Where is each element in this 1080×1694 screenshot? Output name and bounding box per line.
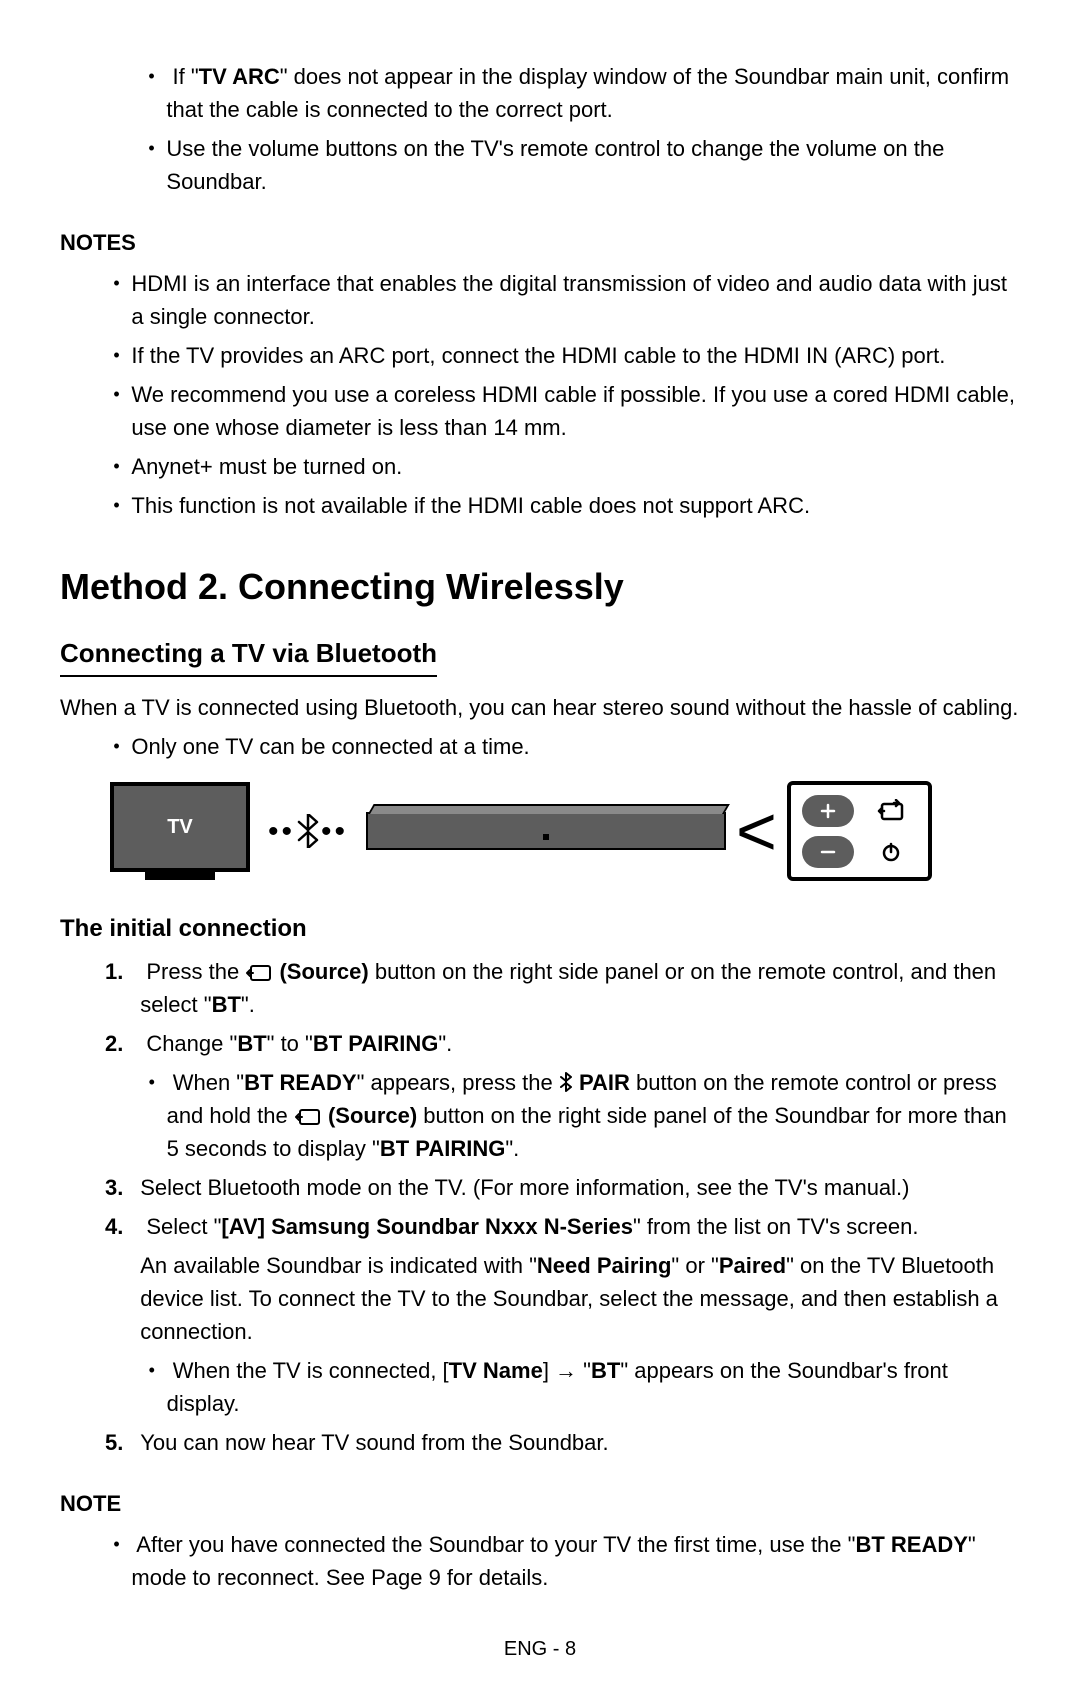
power-button — [865, 836, 917, 868]
soundbar-body — [366, 812, 726, 850]
subsection-intro: When a TV is connected using Bluetooth, … — [60, 691, 1020, 724]
step-2-sub-list: When "BT READY" appears, press the PAIR … — [140, 1066, 1020, 1165]
step-1: Press the (Source) button on the right s… — [105, 955, 1020, 1021]
bluetooth-pair-icon — [559, 1072, 573, 1092]
initial-connection-heading: The initial connection — [60, 911, 1020, 947]
step-4-sub: When the TV is connected, [TV Name] → "B… — [140, 1354, 1020, 1420]
bluetooth-icon — [295, 814, 321, 848]
bluetooth-signal-icon: •• •• — [268, 809, 348, 854]
note-heading: NOTE — [60, 1487, 1020, 1520]
step-5: You can now hear TV sound from the Sound… — [105, 1426, 1020, 1459]
notes-list: HDMI is an interface that enables the di… — [60, 267, 1020, 522]
source-icon — [245, 963, 273, 983]
tv-screen: TV — [110, 782, 250, 872]
page-footer: ENG - 8 — [60, 1634, 1020, 1664]
notes-item: HDMI is an interface that enables the di… — [105, 267, 1020, 333]
section-heading: Method 2. Connecting Wirelessly — [60, 560, 1020, 614]
notes-item: Anynet+ must be turned on. — [105, 450, 1020, 483]
soundbar-side-panel — [787, 781, 932, 881]
soundbar-indicator — [543, 834, 549, 840]
source-button — [865, 795, 917, 827]
intro-bullet-tvarc: If "TV ARC" does not appear in the displ… — [140, 60, 1020, 126]
subsection-bullet: Only one TV can be connected at a time. — [105, 730, 1020, 763]
volume-down-button — [802, 836, 854, 868]
step-4: Select "[AV] Samsung Soundbar Nxxx N-Ser… — [105, 1210, 1020, 1420]
step-2: Change "BT" to "BT PAIRING". When "BT RE… — [105, 1027, 1020, 1165]
steps-list: Press the (Source) button on the right s… — [60, 955, 1020, 1459]
subsection-bullet-list: Only one TV can be connected at a time. — [60, 730, 1020, 763]
notes-heading: NOTES — [60, 226, 1020, 259]
step-2-sub: When "BT READY" appears, press the PAIR … — [140, 1066, 1020, 1165]
tv-stand — [145, 872, 215, 880]
source-icon — [294, 1107, 322, 1127]
step-3: Select Bluetooth mode on the TV. (For mo… — [105, 1171, 1020, 1204]
notes-item: We recommend you use a coreless HDMI cab… — [105, 378, 1020, 444]
intro-bullet-volume: Use the volume buttons on the TV's remot… — [140, 132, 1020, 198]
step-4-line2: An available Soundbar is indicated with … — [140, 1249, 1020, 1348]
volume-up-button — [802, 795, 854, 827]
notes-item: If the TV provides an ARC port, connect … — [105, 339, 1020, 372]
note-item: After you have connected the Soundbar to… — [105, 1528, 1020, 1594]
notes-item: This function is not available if the HD… — [105, 489, 1020, 522]
intro-bullet-list: If "TV ARC" does not appear in the displ… — [60, 60, 1020, 198]
soundbar-illustration — [366, 812, 726, 850]
note-list: After you have connected the Soundbar to… — [60, 1528, 1020, 1594]
step-4-sub-list: When the TV is connected, [TV Name] → "B… — [140, 1354, 1020, 1420]
bluetooth-diagram: TV •• •• < — [110, 781, 1020, 881]
tv-illustration: TV — [110, 782, 250, 880]
zoom-connector-icon: < — [736, 796, 777, 866]
subsection-heading: Connecting a TV via Bluetooth — [60, 634, 437, 677]
